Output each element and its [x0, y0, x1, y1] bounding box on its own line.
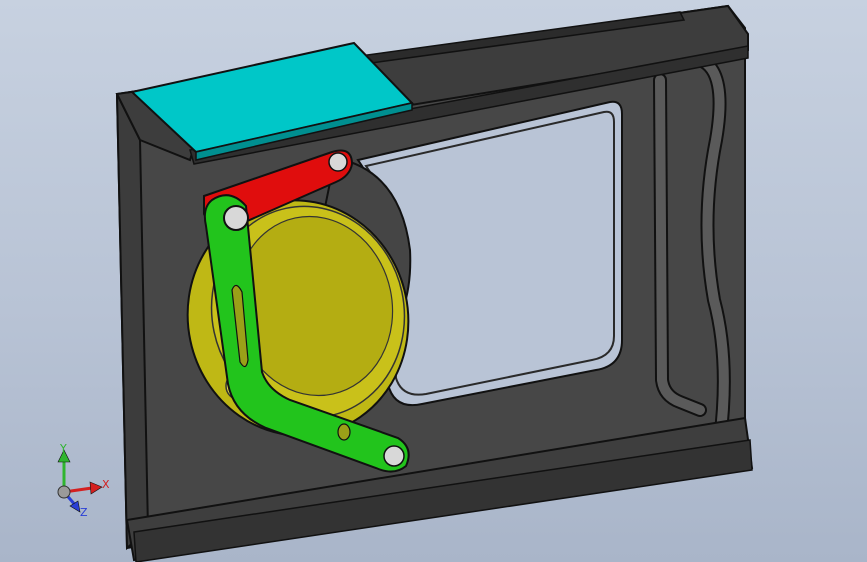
red-link-pin-top — [328, 152, 348, 172]
x-axis-arrowhead — [89, 481, 103, 495]
y-axis-label: Y — [59, 444, 67, 455]
green-link-hole — [337, 423, 351, 441]
x-axis-label: X — [102, 478, 110, 491]
model-scene[interactable] — [0, 0, 867, 562]
triad-origin — [57, 485, 71, 499]
green-link-pin-bottom — [383, 445, 405, 467]
pivot-pin-main — [223, 205, 249, 231]
view-orientation-triad[interactable]: Y X Z — [44, 444, 114, 520]
graphics-viewport[interactable]: Y X Z — [0, 0, 867, 562]
z-axis-label: Z — [80, 506, 88, 519]
